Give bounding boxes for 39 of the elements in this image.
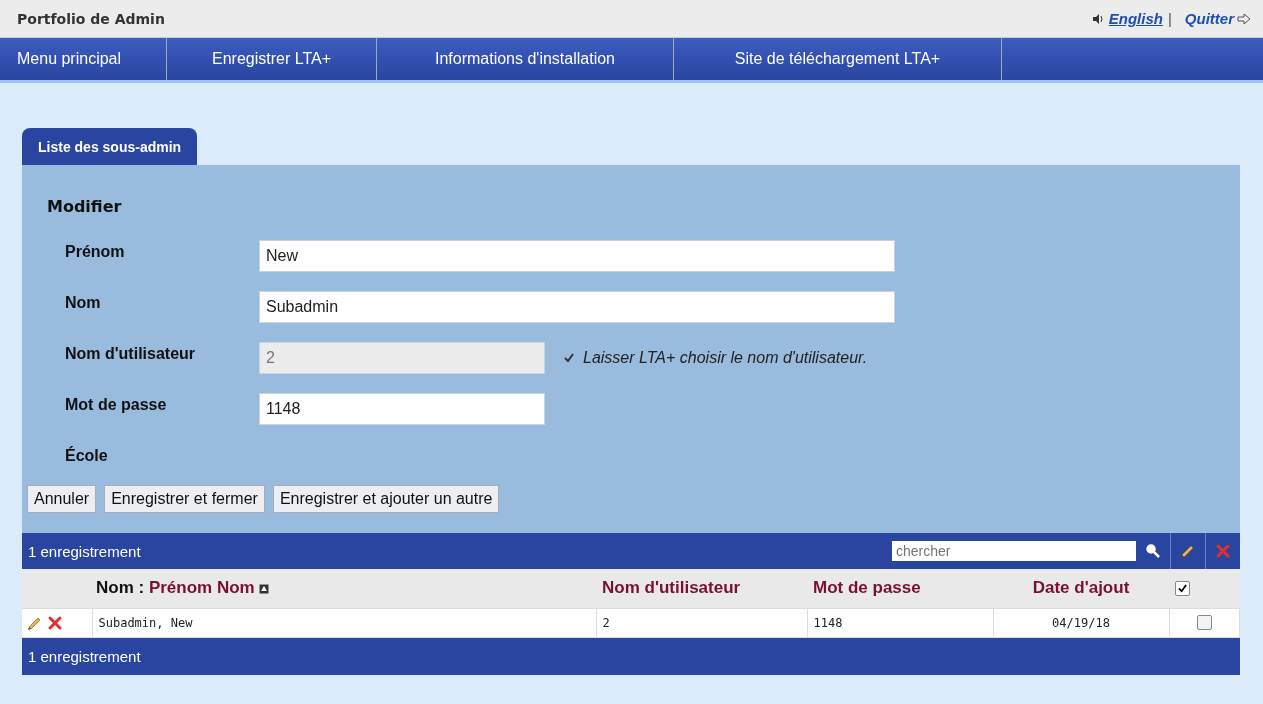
column-header[interactable]: Date d'ajout bbox=[993, 569, 1169, 608]
column-header[interactable]: Nom d'utilisateur bbox=[596, 569, 807, 608]
button[interactable]: Enregistrer et ajouter un autre bbox=[272, 485, 500, 513]
table-cell: 04/19/18 bbox=[993, 608, 1169, 637]
table-cell: 2 bbox=[596, 608, 807, 637]
field-label: École bbox=[65, 445, 109, 465]
nav-item[interactable]: Informations d'installation bbox=[377, 38, 674, 80]
arrow-icon[interactable] bbox=[1237, 12, 1251, 25]
speaker-icon[interactable] bbox=[1091, 12, 1104, 25]
record-count: 1 enregistrement bbox=[28, 542, 141, 560]
record-count: 1 enregistrement bbox=[28, 647, 141, 665]
row-checkbox[interactable] bbox=[1196, 615, 1212, 630]
search-field[interactable]: chercher bbox=[892, 541, 1136, 561]
button[interactable]: Annuler bbox=[27, 485, 97, 513]
field-label: Prénom bbox=[65, 242, 126, 262]
app-title: Portfolio de Admin bbox=[17, 10, 165, 27]
nav-item[interactable]: Menu principal bbox=[0, 38, 167, 80]
table-cell: 1148 bbox=[807, 608, 993, 637]
form-heading: Modifier bbox=[46, 197, 123, 216]
field-label: Mot de passe bbox=[65, 395, 168, 415]
quit-link[interactable]: Quitter bbox=[1184, 10, 1251, 27]
tab[interactable]: Liste des sous-admin bbox=[22, 128, 198, 165]
sort-icon[interactable] bbox=[259, 583, 270, 594]
button[interactable]: Enregistrer et fermer bbox=[104, 485, 265, 513]
field-label: Nom d'utilisateur bbox=[65, 344, 197, 364]
checkbox-label: Laisser LTA+ choisir le nom d'utilisateur. bbox=[583, 349, 868, 367]
input-field[interactable]: Subadmin bbox=[259, 291, 895, 323]
select-all-checkbox[interactable] bbox=[1175, 581, 1190, 597]
nav-item[interactable]: Enregistrer LTA+ bbox=[167, 38, 377, 80]
search-icon[interactable] bbox=[1145, 543, 1161, 559]
input-field[interactable]: 1148 bbox=[259, 393, 545, 425]
field-label: Nom bbox=[65, 293, 102, 313]
column-header[interactable]: Nom : Prénom Nom bbox=[92, 569, 596, 608]
table-cell: Subadmin, New bbox=[92, 608, 596, 637]
nav-item[interactable]: Site de téléchargement LTA+ bbox=[674, 38, 1002, 80]
language-link[interactable]: English bbox=[1108, 10, 1163, 27]
input-field[interactable]: New bbox=[259, 240, 895, 272]
column-header[interactable]: Mot de passe bbox=[807, 569, 993, 608]
separator: | bbox=[1167, 10, 1172, 27]
